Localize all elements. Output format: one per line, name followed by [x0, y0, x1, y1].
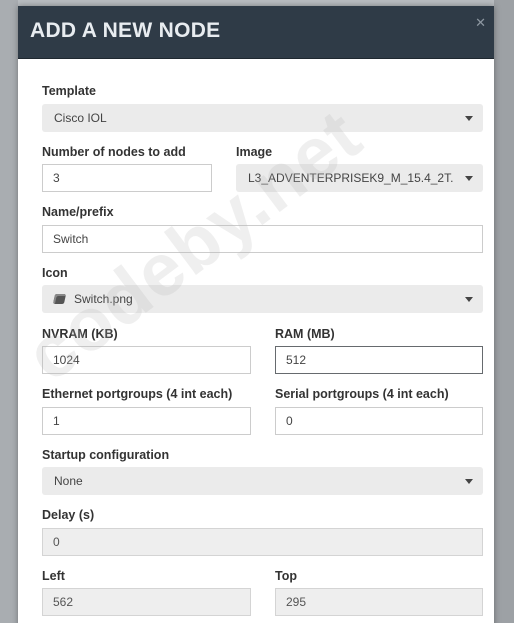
icon-value: Switch.png — [74, 292, 133, 306]
ram-input[interactable]: 512 — [275, 346, 483, 374]
chevron-down-icon — [465, 176, 473, 181]
ram-label: RAM (MB) — [275, 327, 335, 341]
modal-title: ADD A NEW NODE — [30, 19, 221, 42]
name-prefix-value: Switch — [53, 232, 89, 246]
switch-node-icon — [52, 294, 67, 304]
add-node-modal: ADD A NEW NODE ✕ Template Cisco IOL Numb… — [18, 6, 494, 623]
modal-header: ADD A NEW NODE ✕ — [18, 6, 494, 59]
ram-value: 512 — [286, 353, 307, 367]
chevron-down-icon — [465, 297, 473, 302]
startup-config-select[interactable]: None — [42, 467, 483, 495]
number-of-nodes-label: Number of nodes to add — [42, 145, 186, 159]
startup-config-label: Startup configuration — [42, 448, 170, 462]
image-value: L3_ADVENTERPRISEK9_M_15.4_2T.bin — [248, 171, 453, 185]
left-input[interactable]: 562 — [42, 588, 251, 616]
image-select[interactable]: L3_ADVENTERPRISEK9_M_15.4_2T.bin — [236, 164, 483, 192]
delay-label: Delay (s) — [42, 508, 95, 522]
serial-portgroups-label: Serial portgroups (4 int each) — [275, 387, 449, 401]
nvram-input[interactable]: 1024 — [42, 346, 251, 374]
icon-select[interactable]: Switch.png — [42, 285, 483, 313]
top-value: 295 — [286, 595, 307, 609]
nvram-value: 1024 — [53, 353, 80, 367]
backdrop-right — [494, 0, 514, 623]
chevron-down-icon — [465, 116, 473, 121]
serial-portgroups-input[interactable]: 0 — [275, 407, 483, 435]
nvram-label: NVRAM (KB) — [42, 327, 118, 341]
ethernet-portgroups-value: 1 — [53, 414, 60, 428]
icon-label: Icon — [42, 266, 68, 280]
close-icon[interactable]: ✕ — [475, 15, 486, 31]
delay-input[interactable]: 0 — [42, 528, 483, 556]
serial-portgroups-value: 0 — [286, 414, 293, 428]
number-of-nodes-value: 3 — [53, 171, 60, 185]
delay-value: 0 — [53, 535, 60, 549]
template-value: Cisco IOL — [54, 111, 107, 125]
image-label: Image — [236, 145, 273, 159]
top-input[interactable]: 295 — [275, 588, 483, 616]
name-prefix-input[interactable]: Switch — [42, 225, 483, 253]
name-prefix-label: Name/prefix — [42, 205, 114, 219]
backdrop-left — [0, 0, 18, 623]
template-select[interactable]: Cisco IOL — [42, 104, 483, 132]
startup-config-value: None — [54, 474, 83, 488]
template-label: Template — [42, 84, 96, 98]
ethernet-portgroups-input[interactable]: 1 — [42, 407, 251, 435]
top-label: Top — [275, 569, 297, 583]
left-label: Left — [42, 569, 65, 583]
left-value: 562 — [53, 595, 74, 609]
number-of-nodes-input[interactable]: 3 — [42, 164, 212, 192]
ethernet-portgroups-label: Ethernet portgroups (4 int each) — [42, 387, 233, 401]
chevron-down-icon — [465, 479, 473, 484]
